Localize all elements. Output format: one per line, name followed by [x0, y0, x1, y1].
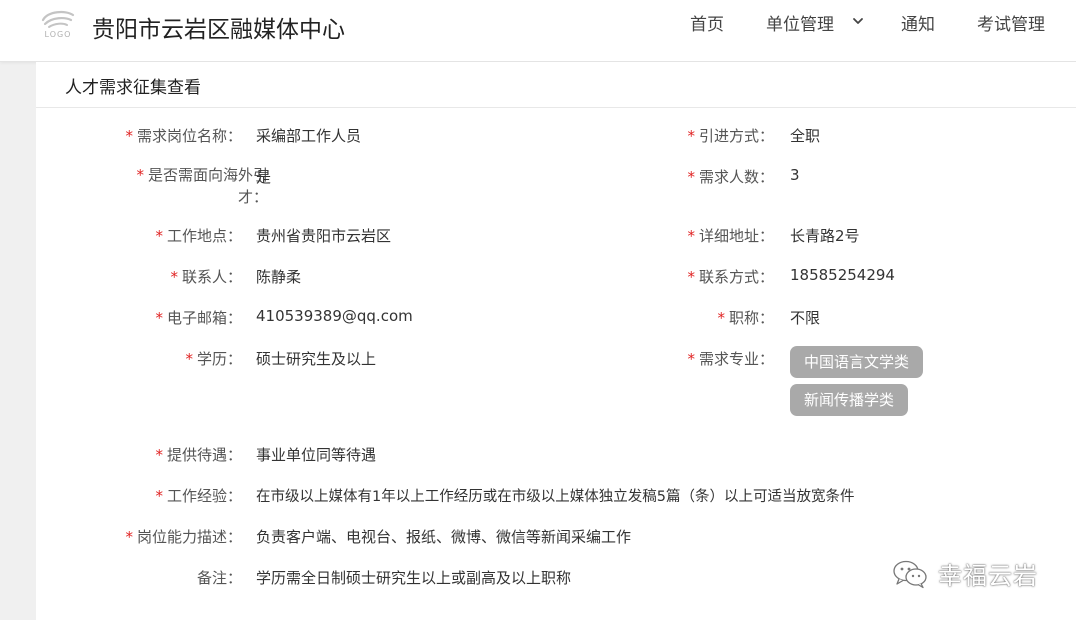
overseas-value: 是: [256, 168, 272, 186]
address-value: 长青路2号: [790, 227, 860, 245]
benefits-value: 事业单位同等待遇: [256, 446, 377, 464]
contact-value: 陈静柔: [256, 268, 302, 286]
nav-unit-management[interactable]: 单位管理: [766, 10, 834, 35]
wechat-icon: [893, 560, 927, 589]
required-star: *: [155, 446, 163, 464]
required-star: *: [155, 309, 163, 327]
experience-label: * 工作经验：: [155, 487, 242, 505]
headcount-value: 3: [790, 166, 800, 184]
remarks-label: 备注：: [196, 569, 242, 587]
required-star: *: [687, 127, 695, 145]
required-star: *: [125, 127, 133, 145]
education-value: 硕士研究生及以上: [256, 350, 377, 368]
watermark-text: 幸福云岩: [938, 562, 1038, 590]
experience-value: 在市级以上媒体有1年以上工作经历或在市级以上媒体独立发稿5篇（条）以上可适当放宽…: [256, 489, 855, 505]
required-star: *: [717, 309, 725, 327]
required-star: *: [155, 487, 163, 505]
position-name-value: 采编部工作人员: [256, 127, 362, 145]
title-rank-value: 不限: [790, 309, 821, 327]
logo-swirl-icon: [41, 10, 75, 28]
site-title[interactable]: 贵阳市云岩区融媒体中心: [92, 10, 345, 44]
logo-text: LOGO: [44, 30, 72, 39]
phone-value: 18585254294: [790, 266, 895, 284]
chevron-down-icon[interactable]: [852, 15, 864, 27]
major-tag: 中国语言文学类: [790, 346, 924, 378]
required-star: *: [687, 168, 695, 186]
position-name-label: * 需求岗位名称：: [125, 127, 242, 145]
required-star: *: [170, 268, 178, 286]
duties-label: * 岗位能力描述：: [125, 528, 242, 546]
required-star: *: [136, 166, 144, 184]
panel-title: 人才需求征集查看: [65, 78, 201, 98]
intro-method-label: * 引进方式：: [687, 127, 774, 145]
work-location-label: * 工作地点：: [155, 227, 242, 245]
logo[interactable]: LOGO: [38, 8, 78, 42]
education-label: * 学历：: [185, 350, 242, 368]
remarks-value: 学历需全日制硕士研究生以上或副高及以上职称: [256, 569, 572, 587]
duties-value: 负责客户端、电视台、报纸、微博、微信等新闻采编工作: [256, 528, 632, 546]
headcount-label: * 需求人数：: [687, 168, 774, 186]
benefits-label: * 提供待遇：: [155, 446, 242, 464]
email-label: * 电子邮箱：: [155, 309, 242, 327]
nav-home[interactable]: 首页: [690, 10, 724, 35]
major-label: * 需求专业：: [687, 350, 774, 368]
title-rank-label: * 职称：: [717, 309, 774, 327]
top-bar: LOGO 贵阳市云岩区融媒体中心 首页 单位管理 通知 考试管理: [0, 0, 1076, 62]
major-tag: 新闻传播学类: [790, 384, 909, 416]
content-panel: 人才需求征集查看 * 需求岗位名称： 采编部工作人员 * 引进方式： 全职 * 是否需…: [36, 62, 1076, 620]
panel-divider: [36, 107, 1076, 108]
required-star: *: [687, 268, 695, 286]
contact-label: * 联系人：: [170, 268, 242, 286]
nav-exam-management[interactable]: 考试管理: [977, 10, 1045, 35]
required-star: *: [125, 528, 133, 546]
email-value: 410539389@qq.com: [256, 307, 413, 325]
work-location-value: 贵州省贵阳市云岩区: [256, 227, 392, 245]
required-star: *: [687, 350, 695, 368]
overseas-label: * 是否需面向海外引 才：: [136, 166, 268, 206]
required-star: *: [155, 227, 163, 245]
required-star: *: [687, 227, 695, 245]
intro-method-value: 全职: [790, 127, 821, 145]
nav-notice[interactable]: 通知: [901, 10, 935, 35]
address-label: * 详细地址：: [687, 227, 774, 245]
phone-label: * 联系方式：: [687, 268, 774, 286]
required-star: *: [185, 350, 193, 368]
